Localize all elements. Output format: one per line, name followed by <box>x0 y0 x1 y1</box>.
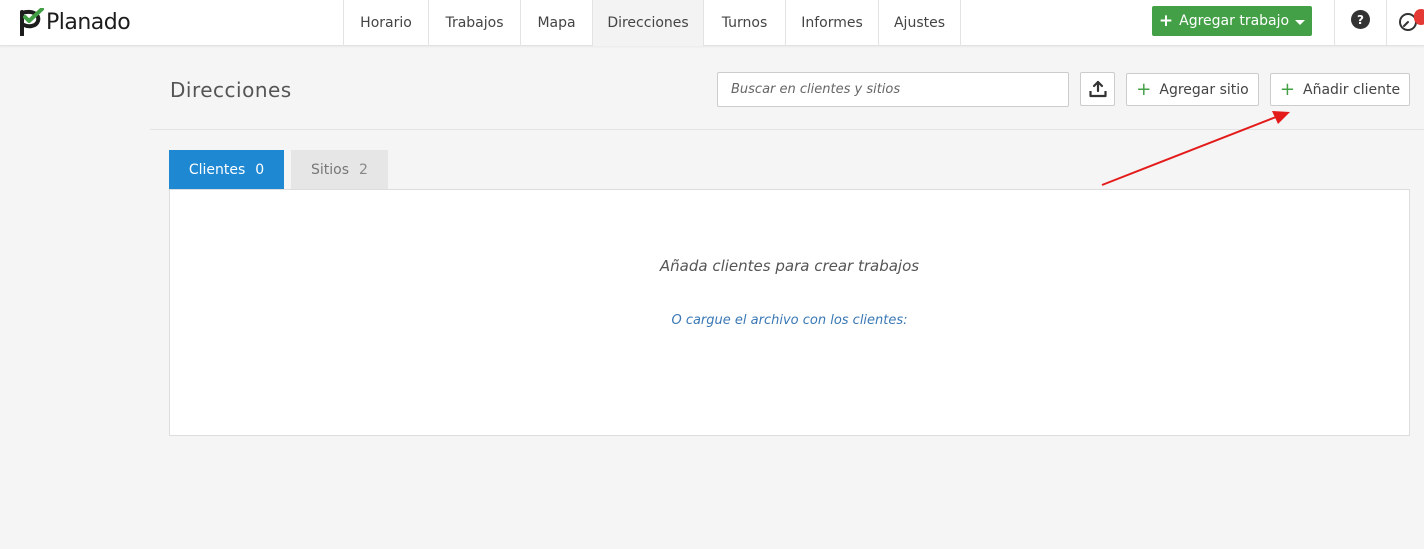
caret-down-icon <box>1295 20 1306 25</box>
nav-item-ajustes[interactable]: Ajustes <box>878 0 961 46</box>
main-nav: Horario Trabajos Mapa Direcciones Turnos… <box>343 0 961 46</box>
add-job-label: Agregar trabajo <box>1179 13 1290 29</box>
notification-badge[interactable] <box>1414 9 1424 25</box>
upload-button[interactable] <box>1080 72 1115 106</box>
nav-item-direcciones[interactable]: Direcciones <box>592 0 703 46</box>
add-client-button[interactable]: + Añadir cliente <box>1270 73 1410 106</box>
tab-sitios[interactable]: Sitios 2 <box>291 150 388 189</box>
plus-icon: + <box>1136 78 1152 100</box>
tab-label: Sitios <box>311 161 350 178</box>
nav-item-turnos[interactable]: Turnos <box>703 0 785 46</box>
plus-icon: + <box>1279 78 1295 100</box>
tab-count: 2 <box>359 161 368 178</box>
question-circle-icon[interactable]: ? <box>1351 10 1370 29</box>
upload-icon <box>1088 80 1107 98</box>
add-client-label: Añadir cliente <box>1303 81 1401 98</box>
header-divider <box>150 129 1424 130</box>
nav-item-horario[interactable]: Horario <box>343 0 428 46</box>
planado-logo[interactable]: Planado <box>18 7 131 37</box>
top-navbar: Planado Horario Trabajos Mapa Direccione… <box>0 0 1424 46</box>
divider <box>1334 0 1335 46</box>
add-site-label: Agregar sitio <box>1159 81 1249 98</box>
add-site-button[interactable]: + Agregar sitio <box>1126 73 1259 106</box>
add-job-button[interactable]: + Agregar trabajo <box>1152 6 1312 36</box>
nav-item-trabajos[interactable]: Trabajos <box>428 0 520 46</box>
brand-name: Planado <box>46 9 131 35</box>
page-title: Direcciones <box>170 78 292 102</box>
nav-item-mapa[interactable]: Mapa <box>520 0 592 46</box>
divider <box>1386 0 1387 46</box>
search-input[interactable] <box>717 72 1069 107</box>
clients-panel: Añada clientes para crear trabajos O car… <box>169 189 1410 436</box>
tab-label: Clientes <box>188 161 246 178</box>
nav-item-informes[interactable]: Informes <box>785 0 878 46</box>
empty-state-message: Añada clientes para crear trabajos <box>659 257 920 275</box>
tab-count: 0 <box>255 161 265 178</box>
plus-icon: + <box>1158 10 1174 31</box>
planado-logo-icon <box>20 8 44 36</box>
upload-clients-link[interactable]: O cargue el archivo con los clientes: <box>170 313 1409 328</box>
tab-clientes[interactable]: Clientes 0 <box>169 150 284 189</box>
